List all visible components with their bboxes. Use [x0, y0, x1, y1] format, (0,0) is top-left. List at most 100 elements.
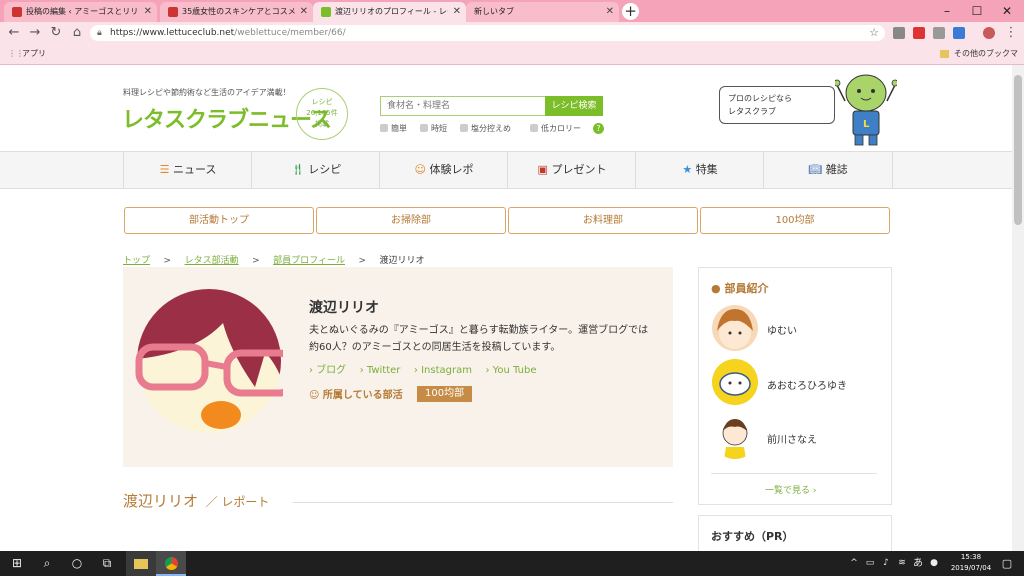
checkbox-icon	[460, 124, 468, 132]
home-icon[interactable]: ⌂	[69, 25, 85, 41]
help-icon[interactable]: ?	[593, 123, 604, 134]
avatar[interactable]	[712, 413, 758, 459]
folder-icon	[940, 50, 949, 58]
close-tab-icon[interactable]: ✕	[606, 2, 614, 22]
file-explorer-icon[interactable]	[126, 551, 156, 576]
filter-checkbox[interactable]: 時短	[420, 123, 447, 134]
member-name[interactable]: あおむろひろゆき	[767, 377, 847, 392]
link-label: You Tube	[492, 365, 537, 376]
bookmark-star-icon[interactable]: ☆	[869, 25, 879, 41]
back-arrow-icon[interactable]: ←	[6, 25, 22, 41]
link-youtube[interactable]: › You Tube	[485, 365, 536, 376]
maximize-icon[interactable]: ☐	[962, 0, 992, 22]
report-heading-name: 渡辺リリオ	[123, 492, 199, 510]
notification-icon[interactable]: ▢	[994, 551, 1020, 576]
recommend-title: おすすめ（PR）	[711, 530, 794, 543]
reload-icon[interactable]: ↻	[48, 25, 64, 41]
minimize-icon[interactable]: –	[932, 0, 962, 22]
filter-checkbox[interactable]: 塩分控えめ	[460, 123, 511, 134]
browser-tab[interactable]: 新しいタブ ✕	[466, 2, 619, 22]
chevron-right-icon: ›	[812, 486, 817, 496]
subnav-cooking[interactable]: お料理部	[508, 207, 698, 234]
extension-icon[interactable]	[913, 27, 925, 39]
extension-icon[interactable]	[953, 27, 965, 39]
view-all-label: 一覧で見る	[765, 486, 811, 496]
nav-news[interactable]: ☰ ニュース	[123, 152, 252, 188]
link-instagram[interactable]: › Instagram	[414, 365, 472, 376]
new-tab-button[interactable]: +	[622, 3, 639, 20]
subnav-club-top[interactable]: 部活動トップ	[124, 207, 314, 234]
browser-tab[interactable]: 35歳女性のスキンケアとコスメポーチの ✕	[160, 2, 313, 22]
cortana-icon[interactable]: ○	[62, 551, 92, 576]
divider	[711, 473, 877, 474]
filter-checkbox[interactable]: 簡単	[380, 123, 407, 134]
browser-tab[interactable]: 投稿の編集 ‹ アミーゴスとリリオさん ‹ ✕	[4, 2, 157, 22]
forward-arrow-icon[interactable]: →	[27, 25, 43, 41]
club-label-text: 所属している部活	[322, 390, 403, 401]
club-tag[interactable]: 100均部	[417, 386, 473, 402]
tab-title: 渡辺リリオのプロフィール - レタス部活	[335, 7, 448, 16]
avatar[interactable]	[712, 359, 758, 405]
recipe-count-badge: レシピ 26,165件 掲載	[296, 88, 348, 140]
search-icon[interactable]: ⌕	[32, 551, 62, 576]
battery-icon[interactable]: ▭	[862, 551, 878, 576]
input-method-icon[interactable]: ●	[926, 551, 942, 576]
menu-dots-icon[interactable]: ⋮	[1003, 25, 1019, 41]
close-window-icon[interactable]: ✕	[992, 0, 1022, 22]
breadcrumb-link[interactable]: 部員プロフィール	[273, 256, 345, 266]
task-view-icon[interactable]: ⧉	[92, 551, 122, 576]
filter-label: 時短	[431, 124, 447, 133]
profile-avatar-icon[interactable]	[983, 27, 995, 39]
speech-bubble[interactable]: プロのレシピなら レタスクラブ	[719, 86, 835, 124]
nav-magazine[interactable]: 📖︎ 雑誌	[763, 152, 893, 188]
bookmarks-bar: ⋮⋮ アプリ その他のブックマーク	[0, 44, 1024, 78]
checkbox-icon	[380, 124, 388, 132]
link-blog[interactable]: › ブログ	[309, 365, 346, 376]
filter-checkbox[interactable]: 低カロリー	[530, 123, 581, 134]
wifi-icon[interactable]: ≋	[894, 551, 910, 576]
bookmark-apps[interactable]: アプリ	[22, 44, 46, 64]
nav-recipe[interactable]: 🍴︎ レシピ	[251, 152, 380, 188]
breadcrumb-link[interactable]: トップ	[123, 256, 150, 266]
chrome-icon[interactable]	[156, 551, 186, 576]
breadcrumb-link[interactable]: レタス部活動	[185, 256, 239, 266]
smile-icon: ☺	[309, 390, 320, 401]
address-bar[interactable]: 🔒︎ https://www.lettuceclub.net/weblettuc…	[90, 25, 885, 41]
volume-icon[interactable]: ♪	[878, 551, 894, 576]
view-all-link[interactable]: 一覧で見る ›	[765, 483, 817, 496]
main-navigation: ☰ ニュース 🍴︎ レシピ ☺ 体験レポ ▣ プレゼント ★ 特集 📖︎ 雑誌	[0, 151, 1012, 189]
profile-desc-line: 夫とぬいぐるみの『アミーゴス』と暮らす転勤族ライター。運営ブログでは	[309, 325, 649, 336]
subnav-cleaning[interactable]: お掃除部	[316, 207, 506, 234]
extension-icon[interactable]	[933, 27, 945, 39]
subnav-100yen[interactable]: 100均部	[700, 207, 890, 234]
close-tab-icon[interactable]: ✕	[144, 2, 152, 22]
site-favicon-icon	[168, 7, 178, 17]
member-name[interactable]: ゆむい	[767, 322, 797, 337]
url-domain: https://www.lettuceclub.net	[110, 28, 235, 38]
nav-present[interactable]: ▣ プレゼント	[507, 152, 636, 188]
extension-icon[interactable]	[893, 27, 905, 39]
close-tab-icon[interactable]: ✕	[453, 2, 461, 22]
recipe-search-button[interactable]: レシピ検索	[545, 96, 603, 116]
link-label: ブログ	[316, 365, 347, 376]
web-page: 料理レシピや節約術など生活のアイデア満載！ レタスクラブニュース レシピ 26,…	[0, 65, 1012, 551]
nav-report[interactable]: ☺ 体験レポ	[379, 152, 508, 188]
clock[interactable]: 15:38 2019/07/04	[950, 552, 992, 574]
recipe-search-input[interactable]	[380, 96, 556, 116]
sidebar-title-text: 部員紹介	[724, 282, 769, 295]
tray-chevron-icon[interactable]: ^	[846, 551, 862, 576]
member-name[interactable]: 前川さなえ	[767, 431, 817, 446]
link-label: Twitter	[366, 365, 401, 376]
page-scrollbar[interactable]	[1012, 65, 1024, 551]
link-twitter[interactable]: › Twitter	[360, 365, 401, 376]
windows-start-icon[interactable]: ⊞	[2, 551, 32, 576]
book-icon: 📖︎	[808, 163, 823, 176]
tab-title: 新しいタブ	[474, 7, 514, 16]
browser-tab-active[interactable]: 渡辺リリオのプロフィール - レタス部活 ✕	[313, 2, 466, 22]
close-tab-icon[interactable]: ✕	[300, 2, 308, 22]
avatar[interactable]	[712, 305, 758, 351]
ime-indicator[interactable]: あ	[910, 551, 926, 576]
nav-feature[interactable]: ★ 特集	[635, 152, 764, 188]
scrollbar-thumb[interactable]	[1014, 75, 1022, 225]
recommend-box: おすすめ（PR）	[698, 515, 892, 551]
